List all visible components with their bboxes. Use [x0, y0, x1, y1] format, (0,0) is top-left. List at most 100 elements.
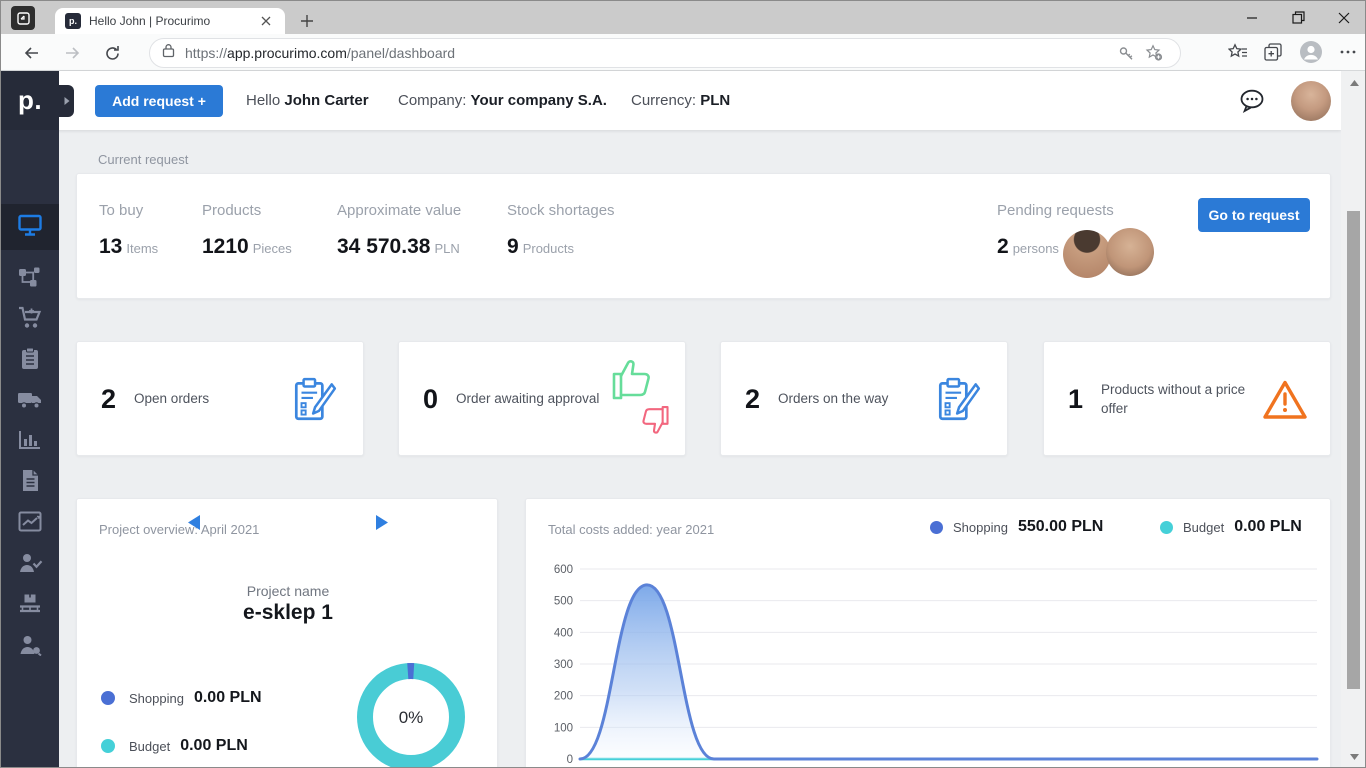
- svg-text:100: 100: [554, 722, 573, 734]
- go-to-request-button[interactable]: Go to request: [1198, 198, 1310, 232]
- add-request-button[interactable]: Add request +: [95, 85, 223, 117]
- menu-dots-icon[interactable]: [1339, 43, 1357, 66]
- favorites-bar-icon[interactable]: [1227, 43, 1248, 66]
- section-label: Current request: [98, 152, 189, 167]
- project-overview-card: Project overview: April 2021 Project nam…: [76, 498, 498, 767]
- scroll-up-icon[interactable]: [1348, 77, 1360, 89]
- budget-dot-icon: [101, 739, 115, 753]
- shopping-dot-icon: [930, 520, 943, 534]
- avatar: [1106, 228, 1154, 276]
- password-key-icon[interactable]: [1112, 40, 1140, 66]
- svg-text:600: 600: [554, 564, 573, 576]
- company-name: Your company S.A.: [470, 92, 607, 109]
- user-check-icon: [18, 552, 43, 579]
- restore-icon[interactable]: [1275, 1, 1321, 34]
- shopping-dot-icon: [101, 691, 115, 705]
- current-request-card: To buy 13 Items Products 1210 Pieces Appro…: [76, 173, 1331, 299]
- svg-text:200: 200: [554, 691, 573, 703]
- sidebar-item-structure[interactable]: [1, 258, 59, 300]
- user-avatar[interactable]: [1291, 81, 1331, 121]
- tab-favicon: p.: [65, 13, 81, 29]
- open-orders-card[interactable]: 2 Open orders: [76, 341, 364, 456]
- sidebar-item-dashboard[interactable]: [1, 204, 59, 250]
- tab-title: Hello John | Procurimo: [89, 14, 211, 28]
- warning-triangle-icon: [1262, 342, 1308, 457]
- area-chart: 0 100 200 300 400 500 600: [554, 564, 1319, 766]
- sidebar-item-reports[interactable]: [1, 503, 59, 545]
- minimize-icon[interactable]: [1229, 1, 1275, 34]
- svg-text:400: 400: [554, 627, 573, 639]
- tab-close-icon[interactable]: [257, 12, 275, 30]
- scrollbar-thumb[interactable]: [1347, 211, 1360, 689]
- chat-icon[interactable]: [1237, 88, 1267, 114]
- close-window-icon[interactable]: [1321, 1, 1365, 34]
- browser-tab[interactable]: p. Hello John | Procurimo: [55, 8, 285, 34]
- total-costs-title: Total costs added: year 2021: [548, 522, 715, 537]
- project-shopping-legend: Shopping 0.00 PLN: [101, 689, 262, 707]
- open-orders-count: 2: [101, 384, 117, 414]
- refresh-icon[interactable]: [99, 40, 125, 66]
- stat-products: Products 1210 Pieces: [202, 202, 292, 258]
- orders-on-way-card[interactable]: 2 Orders on the way: [720, 341, 1008, 456]
- sidebar-item-suppliers[interactable]: [1, 626, 59, 668]
- sidebar-item-purchases[interactable]: [1, 299, 59, 341]
- total-costs-card: Total costs added: year 2021 Shopping 55…: [525, 498, 1331, 767]
- app-logo[interactable]: p.: [1, 71, 59, 130]
- svg-text:0: 0: [567, 754, 573, 766]
- thumbs-up-icon: [609, 354, 655, 407]
- project-overview-title: Project overview: April 2021: [99, 522, 260, 537]
- sidebar-item-statistics[interactable]: [1, 421, 59, 463]
- budget-dot-icon: [1160, 520, 1173, 534]
- thumbs-down-icon: [639, 404, 671, 443]
- address-bar[interactable]: https://app.procurimo.com/panel/dashboar…: [149, 38, 1181, 68]
- previous-project-icon[interactable]: [181, 509, 207, 535]
- next-project-icon[interactable]: [369, 509, 395, 535]
- project-donut-chart: 0%: [357, 663, 465, 767]
- back-icon[interactable]: [19, 40, 45, 66]
- awaiting-approval-card[interactable]: 0 Order awaiting approval: [398, 341, 686, 456]
- sidebar-expand-chevron-icon[interactable]: [59, 85, 74, 117]
- scroll-down-icon[interactable]: [1348, 751, 1360, 763]
- donut-percent-label: 0%: [399, 708, 424, 727]
- add-favorite-icon[interactable]: [1140, 40, 1168, 66]
- collections-icon[interactable]: [1264, 43, 1283, 66]
- sidebar-item-requests[interactable]: [1, 340, 59, 382]
- greeting-text: Hello John Carter: [246, 92, 369, 109]
- no-price-offer-count: 1: [1068, 384, 1084, 414]
- svg-text:500: 500: [554, 596, 573, 608]
- new-tab-icon[interactable]: [295, 9, 319, 33]
- project-budget-legend: Budget 0.00 PLN: [101, 737, 248, 755]
- svg-text:300: 300: [554, 659, 573, 671]
- sitemap-icon: [18, 266, 42, 293]
- currency-text: Currency: PLN: [631, 92, 731, 109]
- warehouse-icon: [18, 593, 42, 620]
- document-icon: [21, 469, 40, 497]
- user-tag-icon: [18, 634, 42, 661]
- sidebar-item-deliveries[interactable]: [1, 381, 59, 423]
- sidebar-item-warehouse[interactable]: [1, 585, 59, 627]
- sidebar-item-documents[interactable]: [1, 462, 59, 504]
- currency-value: PLN: [700, 92, 731, 109]
- no-price-offer-card[interactable]: 1 Products without a price offer: [1043, 341, 1331, 456]
- browser-window: p. Hello John | Procurimo https://app.pr…: [0, 0, 1366, 768]
- lock-icon: [162, 43, 175, 63]
- clipboard-icon: [20, 347, 40, 376]
- app-header: Add request + Hello John Carter Company:…: [1, 71, 1341, 130]
- clipboard-edit-icon: [289, 342, 339, 457]
- stat-stock-shortages: Stock shortages 9 Products: [507, 202, 615, 258]
- project-name-label: Project name: [246, 583, 330, 599]
- sidebar: [1, 130, 59, 767]
- line-chart-icon: [18, 511, 42, 537]
- forward-icon[interactable]: [59, 40, 85, 66]
- clipboard-edit-icon: [933, 342, 983, 457]
- browser-profile-icon[interactable]: [1299, 40, 1323, 69]
- chart-budget-legend: Budget 0.00 PLN: [1160, 518, 1302, 536]
- browser-workspace-icon[interactable]: [11, 6, 35, 30]
- awaiting-approval-count: 0: [423, 384, 439, 414]
- stat-to-buy: To buy 13 Items: [99, 202, 159, 258]
- company-text: Company: Your company S.A.: [398, 92, 607, 109]
- url-text: https://app.procurimo.com/panel/dashboar…: [185, 45, 456, 61]
- sidebar-item-approvals[interactable]: [1, 544, 59, 586]
- stat-approximate-value: Approximate value 34 570.38 PLN: [337, 202, 462, 258]
- page-scrollbar[interactable]: [1341, 71, 1365, 767]
